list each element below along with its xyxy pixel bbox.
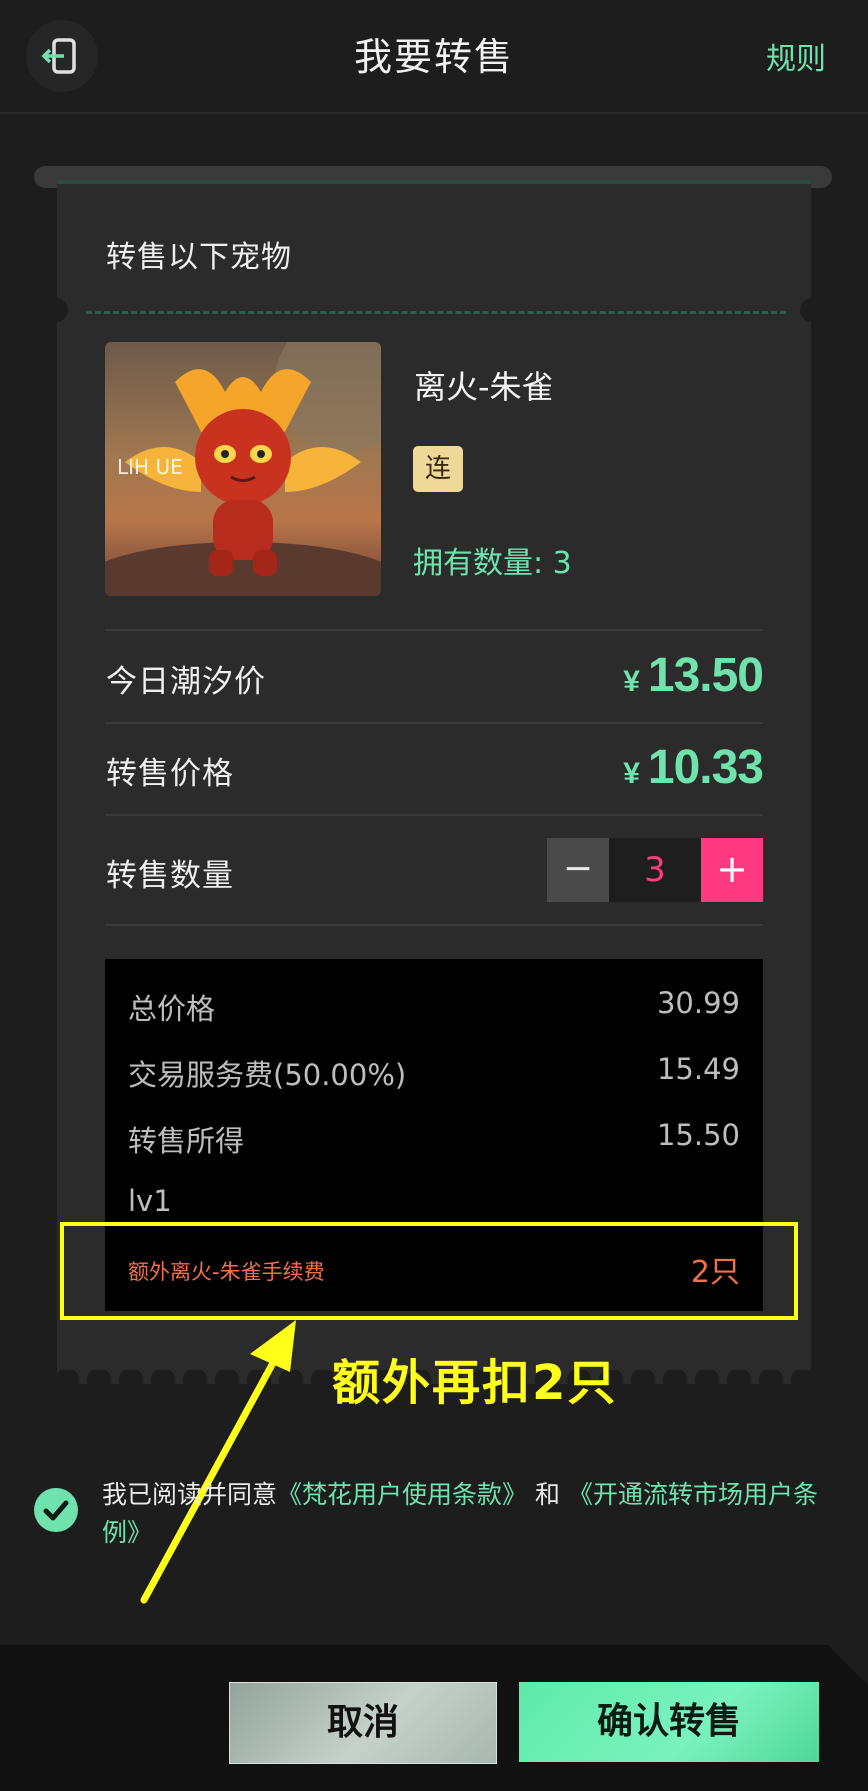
service-fee-value: 15.49 [656, 1052, 740, 1086]
row-divider [105, 722, 763, 724]
page-title: 我要转售 [353, 35, 514, 79]
total-price-label: 总价格 [128, 992, 216, 1026]
pet-tag-badge: 连 [413, 446, 463, 492]
annotation-text: 额外再扣2只 [332, 1355, 618, 1411]
owned-count: 拥有数量: 3 [413, 546, 572, 581]
today-price-number: 13.50 [647, 649, 764, 702]
agreement-prefix: 我已阅读并同意 [102, 1480, 278, 1509]
checkmark-icon [43, 1500, 69, 1521]
row-divider [105, 629, 763, 631]
resale-price-label: 转售价格 [106, 756, 234, 792]
quantity-label: 转售数量 [106, 858, 234, 894]
row-divider [105, 814, 763, 816]
rules-link[interactable]: 规则 [766, 34, 826, 78]
resale-income-value: 15.50 [656, 1118, 740, 1152]
row-divider [105, 924, 763, 926]
service-fee-label: 交易服务费(50.00%) [128, 1058, 407, 1092]
agreement-text: 我已阅读并同意《梵花用户使用条款》 和 《开通流转市场用户条例》 [102, 1476, 850, 1552]
agreement-middle: 和 [534, 1480, 560, 1509]
pet-name: 离火-朱雀 [414, 368, 554, 406]
cancel-button[interactable]: 取消 [229, 1682, 497, 1764]
resale-price-number: 10.33 [647, 741, 764, 794]
confirm-resale-button[interactable]: 确认转售 [519, 1682, 819, 1762]
pet-image-text: LIH UE [117, 455, 183, 479]
increase-quantity-button[interactable]: + [701, 838, 763, 902]
quantity-input[interactable]: 3 [609, 838, 701, 902]
user-terms-link[interactable]: 《梵花用户使用条款》 [277, 1480, 527, 1509]
pet-image: LIH UE [105, 342, 381, 596]
agree-checkbox[interactable] [34, 1488, 78, 1532]
annotation-arrow-icon [140, 1320, 296, 1604]
decrease-quantity-button[interactable]: − [547, 838, 609, 902]
footer-corner-cut [828, 1645, 868, 1685]
ticket-notch-right [800, 298, 824, 322]
level-label: lv1 [128, 1184, 172, 1218]
currency-symbol: ¥ [623, 665, 640, 698]
section-title: 转售以下宠物 [106, 240, 292, 275]
today-price-label: 今日潮汐价 [106, 664, 266, 700]
annotation-highlight-box [60, 1222, 798, 1320]
resale-income-label: 转售所得 [128, 1124, 245, 1158]
ticket-notch-left [44, 298, 68, 322]
currency-symbol: ¥ [623, 757, 640, 790]
dashed-divider [86, 311, 786, 314]
quantity-stepper: − 3 + [547, 838, 763, 902]
resale-price-value[interactable]: ¥10.33 [623, 740, 764, 795]
today-price-value: ¥13.50 [623, 648, 764, 703]
total-price-value: 30.99 [656, 986, 740, 1020]
